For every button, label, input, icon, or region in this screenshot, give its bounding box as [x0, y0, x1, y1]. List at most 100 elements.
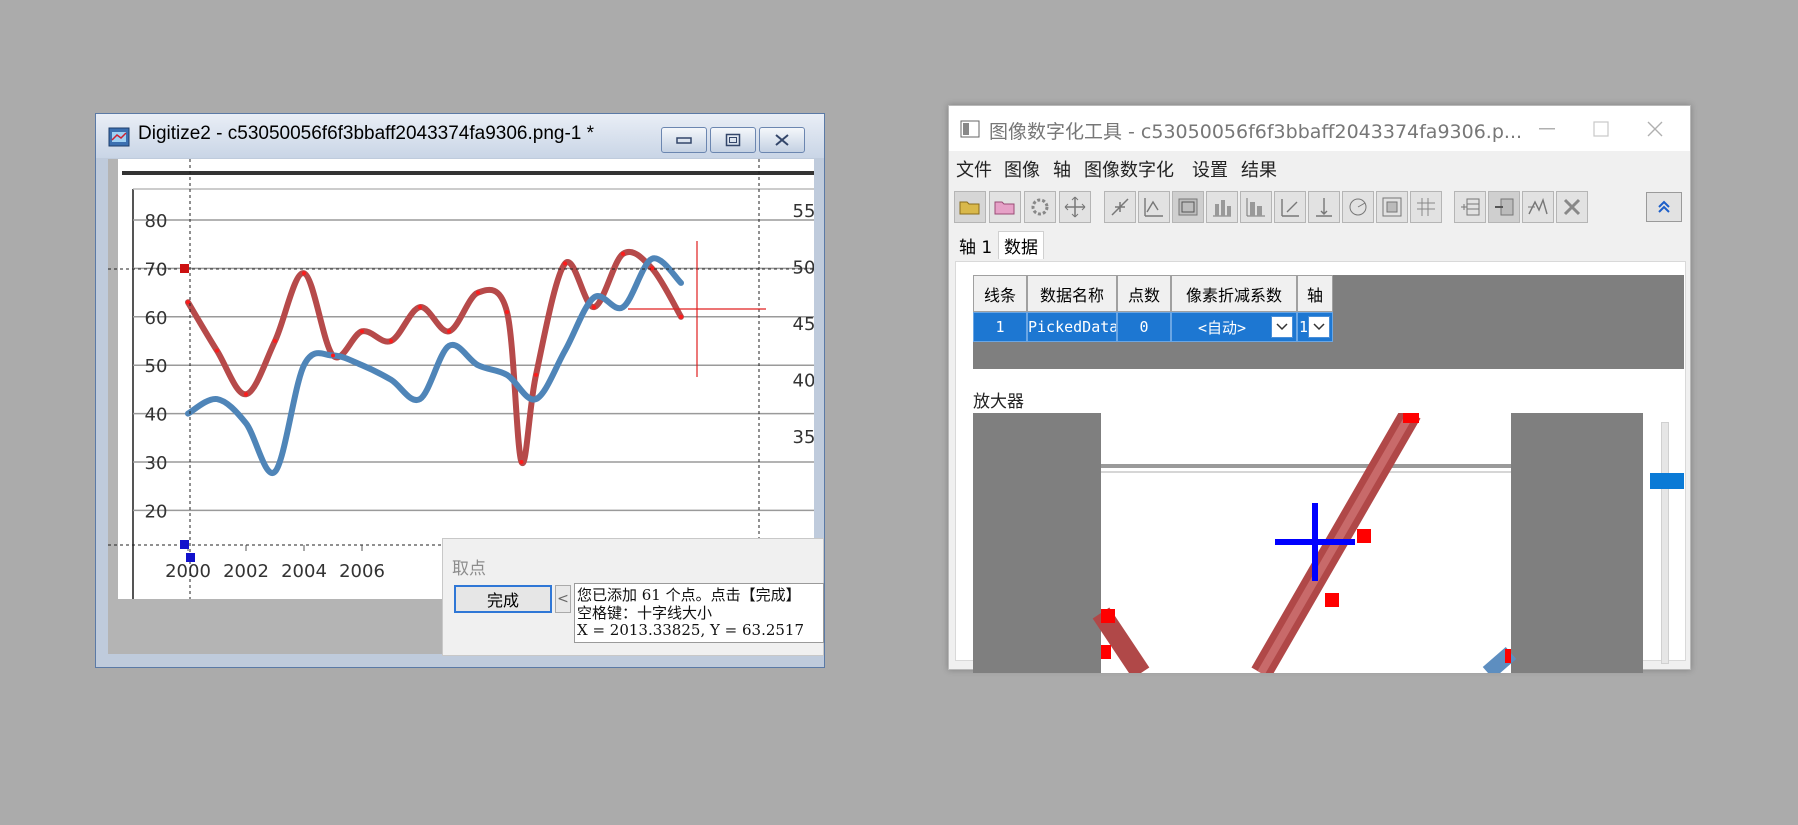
y-tick-label: 80 — [145, 211, 168, 232]
open-file-button[interactable] — [954, 191, 986, 223]
maximize-button[interactable] — [1574, 112, 1628, 146]
x-tick-label: 2006 — [339, 561, 385, 582]
col-header-line[interactable]: 线条 — [973, 275, 1027, 312]
picked-point[interactable] — [215, 348, 219, 353]
y-right-tick-label: 50 — [793, 258, 814, 279]
tab-data[interactable]: 数据 — [998, 231, 1044, 259]
grid-mask-button[interactable] — [1376, 191, 1408, 223]
picked-point[interactable] — [592, 305, 596, 310]
menu-image[interactable]: 图像 — [1004, 156, 1040, 182]
column-chart-button[interactable] — [1240, 191, 1272, 223]
picked-point[interactable] — [505, 309, 509, 314]
open-folder-button[interactable] — [989, 191, 1021, 223]
window-title: 图像数字化工具 - c53050056f6f3bbaff2043374fa930… — [989, 121, 1523, 143]
data-panel-inner: 线条 数据名称 点数 像素折减系数 轴 1 PickedData 0 <自动> … — [955, 261, 1686, 673]
axis-marker-y2[interactable] — [180, 540, 189, 549]
maximize-button[interactable] — [710, 127, 756, 153]
y-right-tick-label: 40 — [793, 371, 814, 392]
digitizer-app-icon — [960, 120, 980, 138]
y-tick-label: 40 — [145, 405, 168, 426]
cell-point-count[interactable]: 0 — [1117, 312, 1171, 342]
menu-bar: 文件 图像 轴 图像数字化 设置 结果 — [949, 151, 1690, 183]
edit-points-button[interactable] — [1138, 191, 1170, 223]
menu-results[interactable]: 结果 — [1241, 156, 1277, 182]
status-message-box: 您已添加 61 个点。点击【完成】 空格键：十字线大小 X = 2013.338… — [574, 583, 824, 643]
app-icon — [108, 127, 130, 147]
close-button[interactable] — [1628, 112, 1682, 146]
digitize-titlebar[interactable]: Digitize2 - c53050056f6f3bbaff2043374fa9… — [96, 114, 824, 158]
picked-point[interactable] — [563, 261, 567, 266]
picked-point[interactable] — [621, 251, 625, 256]
cell-data-name[interactable]: PickedData — [1027, 312, 1117, 342]
axis-scale-button[interactable] — [1274, 191, 1306, 223]
menu-axis[interactable]: 轴 — [1053, 156, 1071, 182]
cell-pixel-factor[interactable]: <自动> — [1171, 312, 1297, 342]
picked-point[interactable] — [186, 300, 190, 305]
crosshair-icon — [1111, 198, 1129, 216]
y-right-tick-label: 45 — [793, 314, 814, 335]
maximize-icon — [1593, 121, 1609, 137]
picked-point[interactable] — [244, 392, 248, 397]
minimize-button[interactable] — [661, 127, 707, 153]
pixel-factor-dropdown[interactable] — [1271, 316, 1293, 338]
move-button[interactable] — [1059, 191, 1091, 223]
close-button[interactable] — [759, 127, 805, 153]
magnifier-label: 放大器 — [973, 392, 1024, 412]
picked-point[interactable] — [476, 290, 480, 295]
axis-marker-y1[interactable] — [180, 264, 189, 273]
scroll-left-arrow[interactable]: < — [555, 585, 571, 613]
zoom-slider-track[interactable] — [1661, 422, 1669, 664]
col-header-data-name[interactable]: 数据名称 — [1027, 275, 1117, 312]
table-add-icon — [1461, 198, 1480, 216]
picked-point[interactable] — [331, 353, 335, 358]
minimize-button[interactable] — [1520, 112, 1574, 146]
insert-data-button[interactable] — [1488, 191, 1520, 223]
x-axis-button[interactable] — [1308, 191, 1340, 223]
picked-point[interactable] — [679, 314, 683, 319]
done-button[interactable]: 完成 — [454, 585, 552, 613]
bar-chart-icon — [1213, 200, 1231, 217]
y-tick-label: 20 — [145, 501, 168, 522]
grid-mask-icon — [1382, 197, 1402, 217]
delete-button[interactable] — [1556, 191, 1588, 223]
zoom-slider-thumb[interactable] — [1650, 473, 1684, 489]
axis-value: 1 — [1299, 318, 1309, 336]
collapse-panel-button[interactable] — [1646, 192, 1682, 222]
picked-point[interactable] — [418, 305, 422, 310]
select-region-button[interactable] — [1172, 191, 1204, 223]
add-table-button[interactable] — [1454, 191, 1486, 223]
menu-digitize[interactable]: 图像数字化 — [1084, 156, 1174, 182]
window-title: Digitize2 - c53050056f6f3bbaff2043374fa9… — [138, 123, 595, 144]
polar-button[interactable] — [1342, 191, 1374, 223]
picked-point[interactable] — [519, 460, 524, 464]
gear-icon — [1031, 198, 1049, 216]
picked-point[interactable] — [273, 339, 277, 343]
picked-point[interactable] — [534, 372, 538, 377]
col-header-axis[interactable]: 轴 — [1297, 275, 1333, 312]
menu-settings[interactable]: 设置 — [1192, 156, 1228, 182]
bar-chart-button[interactable] — [1206, 191, 1238, 223]
y-right-tick-label: 35 — [793, 427, 814, 448]
picked-point[interactable] — [360, 329, 364, 334]
axis-dropdown[interactable] — [1308, 316, 1330, 338]
menu-file[interactable]: 文件 — [956, 156, 992, 182]
rotate-button[interactable] — [1024, 191, 1056, 223]
axis-marker-x1[interactable] — [186, 553, 195, 562]
picked-point[interactable] — [389, 339, 393, 343]
grid-remove-button[interactable] — [1410, 191, 1442, 223]
picked-point[interactable] — [447, 329, 451, 334]
picked-point[interactable] — [302, 271, 306, 276]
cell-axis[interactable]: 1 — [1297, 312, 1333, 342]
col-header-point-count[interactable]: 点数 — [1117, 275, 1171, 312]
tab-axis-1[interactable]: 轴 1 — [954, 231, 997, 259]
y-tick-label: 30 — [145, 453, 168, 474]
col-header-pixel-factor[interactable]: 像素折减系数 — [1171, 275, 1297, 312]
pick-points-button[interactable] — [1104, 191, 1136, 223]
chevron-down-icon — [1313, 323, 1325, 331]
cell-line[interactable]: 1 — [973, 312, 1027, 342]
minimize-icon — [1539, 128, 1555, 130]
picked-point[interactable] — [650, 266, 654, 271]
dialog-title: 取点 — [452, 559, 486, 579]
peak-button[interactable] — [1522, 191, 1554, 223]
x-tick-label: 2002 — [223, 561, 269, 582]
